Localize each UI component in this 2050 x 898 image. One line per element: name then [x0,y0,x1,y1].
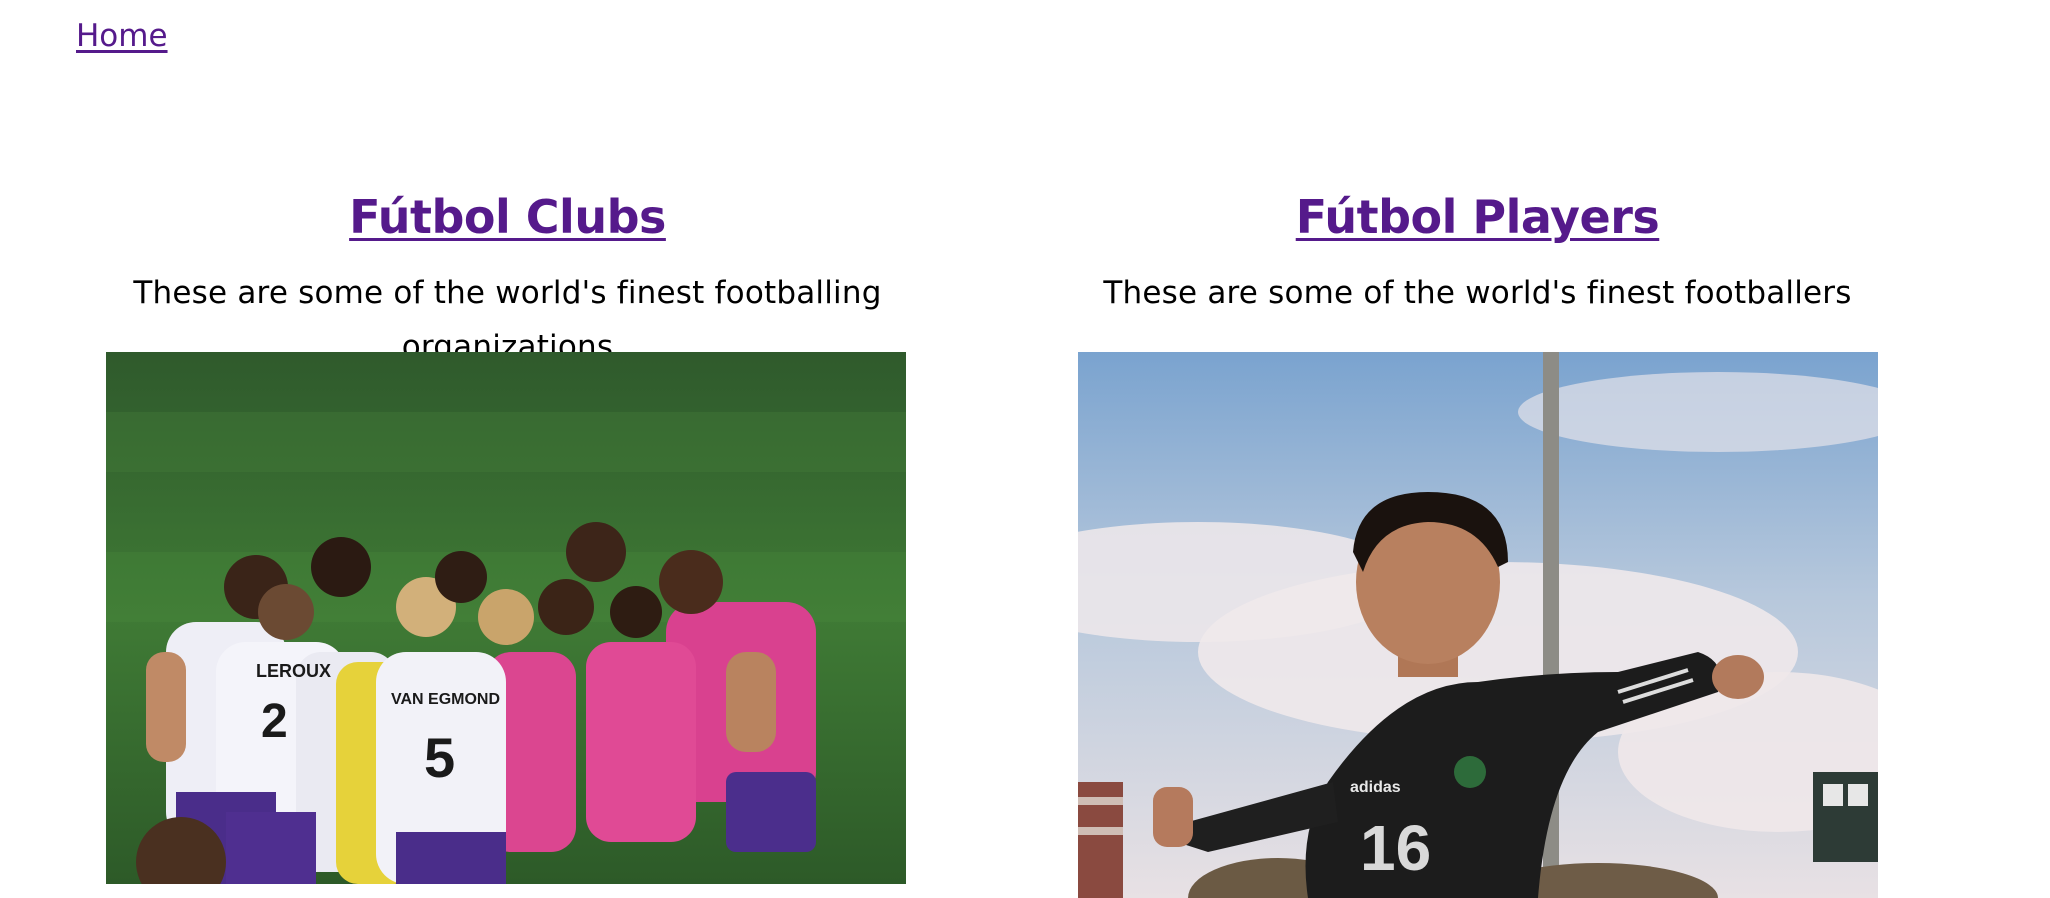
card-futbol-clubs: Fútbol Clubs These are some of the world… [40,184,975,374]
card-title: Fútbol Players [1010,184,1945,250]
futbol-clubs-image: LEROUX 2 VAN EGMOND 5 [106,352,906,884]
jersey-number-5: 5 [424,726,455,789]
jersey-name-van-egmond: VAN EGMOND [391,691,500,708]
futbol-players-image: adidas 16 [1078,352,1878,898]
card-title: Fútbol Clubs [40,184,975,250]
card-description: These are some of the world's finest foo… [1103,275,1852,311]
futbol-players-link[interactable]: Fútbol Players [1296,190,1660,244]
page: Home Fútbol Clubs These are some of the … [0,0,2050,898]
jersey-number-2: 2 [261,695,288,748]
home-link[interactable]: Home [76,14,168,58]
card-futbol-players: Fútbol Players These are some of the wor… [1010,184,1945,320]
jersey-number-16: 16 [1360,812,1431,884]
jersey-brand: adidas [1350,779,1401,796]
futbol-clubs-link[interactable]: Fútbol Clubs [349,190,666,244]
jersey-name-leroux: LEROUX [256,661,331,681]
